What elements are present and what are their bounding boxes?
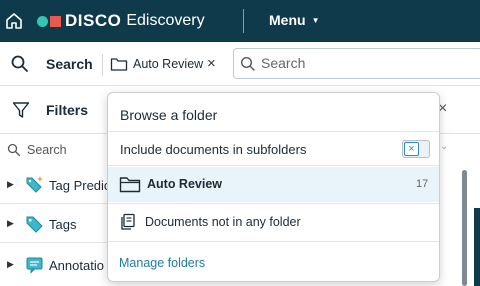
filter-item-label: Tags (49, 217, 77, 232)
search-input[interactable] (261, 55, 461, 71)
folder-icon (110, 58, 128, 71)
search-label: Search (46, 56, 93, 72)
filter-item-label: Annotatio (49, 258, 104, 273)
popover-divider (108, 165, 439, 166)
menu-button[interactable]: Menu ▼ (269, 12, 319, 28)
filter-item-tags[interactable]: ▶ Tags (0, 205, 110, 243)
manage-folders-link[interactable]: Manage folders (119, 256, 205, 270)
tag-icon (26, 216, 43, 233)
toggle-off-icon: × (404, 142, 419, 156)
remove-folder-chip-icon[interactable]: × (207, 55, 216, 72)
brand-name: DISCO (65, 11, 122, 30)
folder-chip[interactable]: Auto Review (133, 57, 203, 71)
no-folder-label: Documents not in any folder (145, 215, 301, 229)
documents-not-in-folder-row[interactable]: Documents not in any folder (108, 204, 439, 240)
scrollbar-thumb[interactable] (462, 170, 467, 286)
folder-name: Auto Review (147, 177, 223, 191)
home-icon[interactable] (4, 11, 24, 31)
browse-folder-popover: Browse a folder Include documents in sub… (107, 92, 440, 282)
documents-icon (121, 213, 135, 230)
search-field-icon (240, 56, 255, 71)
filter-search-icon (7, 143, 21, 157)
app-header: DISCO Ediscovery Menu ▼ (0, 0, 480, 42)
folder-count: 17 (416, 178, 429, 190)
menu-label: Menu (269, 12, 306, 28)
search-toolbar: Search Auto Review × (0, 42, 480, 86)
filters-label: Filters (46, 102, 89, 118)
popover-divider (108, 241, 439, 242)
expand-arrow-icon[interactable]: ▶ (7, 259, 14, 270)
include-subfolders-label: Include documents in subfolders (120, 142, 307, 157)
filter-item-tag-predictions[interactable]: ▶ Tag Predic (0, 166, 110, 204)
filter-item-label: Tag Predic (49, 178, 111, 193)
product-name: Ediscovery (126, 12, 205, 29)
annotation-icon (26, 257, 43, 274)
logo-square (50, 15, 61, 27)
include-subfolders-toggle[interactable]: × (402, 140, 430, 158)
disco-logo[interactable]: DISCO Ediscovery (37, 11, 205, 31)
popover-divider (108, 131, 439, 132)
expand-arrow-icon[interactable]: ▶ (7, 218, 14, 229)
filter-item-annotations[interactable]: ▶ Annotatio (0, 246, 110, 284)
expand-arrow-icon[interactable]: ▶ (7, 179, 14, 190)
logo-dot (37, 15, 48, 27)
chevron-down-icon: ⌄ (440, 141, 449, 152)
tag-sparkle-icon (26, 176, 43, 193)
caret-down-icon: ▼ (311, 16, 320, 25)
filter-icon (12, 102, 30, 118)
filter-search-placeholder: Search (27, 143, 67, 157)
folder-icon (119, 177, 141, 193)
toolbar-divider (102, 54, 103, 76)
header-divider (243, 9, 244, 33)
search-field[interactable] (233, 48, 480, 79)
side-panel-edge (474, 208, 480, 286)
popover-title: Browse a folder (120, 107, 218, 123)
search-icon (11, 55, 28, 72)
folder-row-auto-review[interactable]: Auto Review 17 (108, 167, 439, 202)
